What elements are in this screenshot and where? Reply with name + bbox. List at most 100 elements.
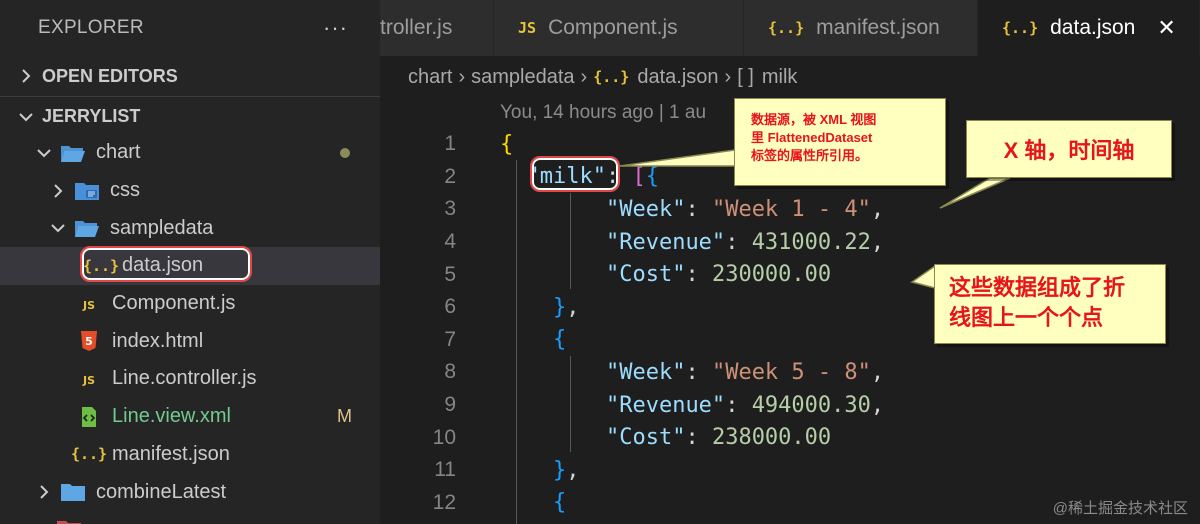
json-key: "Revenue" [605, 229, 726, 255]
callout-text-line: 数据源，被 XML 视图 [751, 112, 877, 127]
explorer-sidebar: EXPLORER ··· OPEN EDITORS JERRYLIST char… [0, 0, 380, 524]
js-file-icon: JS [76, 370, 102, 388]
array-icon: [ ] [737, 65, 754, 88]
json-string-value: "Week 5 - 8" [711, 359, 871, 385]
code-text: "Week": "Week 1 - 4", [605, 196, 885, 222]
json-key: "Week" [605, 196, 686, 222]
tree-file-index-html[interactable]: 5 index.html [0, 322, 380, 360]
tree-item-label: chart [96, 141, 141, 164]
json-file-icon: {..} [82, 256, 120, 275]
tree-file-line-controller-js[interactable]: JS Line.controller.js [0, 360, 380, 398]
line-number: 1 [444, 132, 456, 156]
tree-item-label: Line.controller.js [112, 367, 257, 390]
json-file-icon: {..} [1002, 19, 1039, 37]
watermark: @稀土掘金技术社区 [1052, 500, 1188, 517]
chevron-down-icon [46, 222, 70, 234]
breadcrumb-item-sampledata[interactable]: sampledata [471, 66, 574, 89]
line-number: 6 [444, 295, 456, 319]
tree-file-component-js[interactable]: JS Component.js [0, 285, 380, 323]
code-line: 8 "Week": "Week 5 - 8", [380, 356, 1200, 389]
callout-xaxis: X 轴，时间轴 [966, 120, 1172, 178]
code-text: { [552, 490, 567, 516]
code-line: 9 "Revenue": 494000.30, [380, 389, 1200, 422]
code-text: "Cost": 238000.00 [605, 425, 832, 451]
chevron-down-icon [32, 147, 56, 159]
tree-folder-sampledata[interactable]: sampledata [0, 209, 380, 247]
more-actions-button[interactable]: ··· [323, 15, 348, 41]
tree-folder-chart[interactable]: chart [0, 134, 380, 172]
open-editors-section[interactable]: OPEN EDITORS [0, 56, 380, 96]
tree-folder-combinelatest[interactable]: combineLatest [0, 473, 380, 511]
callout-points: 这些数据组成了折 线图上一个个点 [934, 264, 1166, 344]
breadcrumb-separator: › [724, 65, 732, 88]
json-number-value: 230000.00 [711, 262, 832, 288]
project-label: JERRYLIST [42, 106, 141, 126]
line-number: 8 [444, 360, 456, 384]
callout-text-line: 这些数据组成了折 [949, 275, 1126, 300]
json-file-icon: {..} [768, 19, 805, 37]
indent-guide [570, 193, 571, 289]
callout-text: X 轴，时间轴 [1003, 138, 1135, 163]
git-modified-badge: M [337, 406, 352, 427]
json-file-icon: {..} [70, 445, 108, 464]
folder-open-icon [60, 143, 86, 163]
svg-text:JS: JS [82, 299, 95, 312]
project-section[interactable]: JERRYLIST [0, 96, 380, 136]
tree-file-manifest-json[interactable]: {..} manifest.json [0, 436, 380, 474]
breadcrumb-item-milk[interactable]: milk [762, 66, 798, 89]
editor-tab-bar: troller.js JS Component.js {..} manifest… [380, 0, 1200, 56]
json-key: "Cost" [605, 425, 686, 451]
breadcrumb-item-data-json[interactable]: data.json [637, 66, 718, 89]
tree-item-label: manifest.json [112, 442, 230, 465]
explorer-title: EXPLORER [38, 17, 144, 38]
tree-folder-partial[interactable] [0, 511, 380, 524]
breadcrumb-item-chart[interactable]: chart [408, 66, 452, 89]
tree-item-label: data.json [122, 254, 204, 277]
chevron-down-icon [14, 111, 38, 123]
breadcrumb: chart › sampledata › {..} data.json › [ … [380, 56, 1200, 98]
line-number: 11 [434, 458, 456, 482]
tab-data-json[interactable]: {..} data.json ✕ [978, 0, 1200, 56]
code-text: }, [552, 294, 580, 320]
js-file-icon: JS [518, 19, 537, 37]
code-text: }, [552, 457, 580, 483]
svg-text:JS: JS [82, 374, 95, 387]
tree-item-label: css [110, 179, 140, 202]
tree-folder-css[interactable]: css [0, 172, 380, 210]
tree-file-line-view-xml[interactable]: Line.view.xml M [0, 398, 380, 436]
chevron-right-icon [14, 68, 38, 84]
line-number: 12 [432, 490, 456, 514]
indent-guide [516, 160, 517, 524]
line-number: 4 [444, 230, 456, 254]
tab-line-controller-js[interactable]: troller.js [380, 0, 494, 56]
code-line: 11 }, [380, 454, 1200, 487]
breadcrumb-separator: › [458, 65, 466, 88]
tab-manifest-json[interactable]: {..} manifest.json [744, 0, 978, 56]
git-blame-codelens[interactable]: You, 14 hours ago | 1 au [500, 102, 706, 124]
code-text: { [552, 327, 567, 353]
code-text: "Revenue": 494000.30, [605, 392, 885, 418]
json-string-value: "Week 1 - 4" [711, 196, 871, 222]
folder-open-icon [74, 218, 100, 238]
tree-item-label: Component.js [112, 292, 236, 315]
tree-item-label: Line.view.xml [112, 405, 231, 428]
line-number: 5 [444, 262, 456, 286]
code-text: "Cost": 230000.00 [605, 262, 832, 288]
close-icon[interactable]: ✕ [1157, 15, 1175, 41]
tree-item-label: index.html [112, 329, 204, 352]
callout-text-line: 里 FlattenedDataset [751, 130, 873, 145]
folder-icon [60, 482, 86, 502]
tab-component-js[interactable]: JS Component.js [494, 0, 744, 56]
chevron-right-icon [32, 484, 56, 500]
line-number: 2 [444, 164, 456, 188]
line-number: 9 [444, 393, 456, 417]
tree-file-data-json[interactable]: {..} data.json [0, 247, 380, 285]
callout-text-line: 标签的属性所引用。 [751, 148, 869, 163]
tab-label: Component.js [548, 16, 678, 39]
js-file-icon: JS [76, 295, 102, 313]
code-text: { [500, 131, 514, 157]
json-number-value: 431000.22 [751, 229, 871, 255]
html5-file-icon: 5 [76, 330, 102, 352]
indent-guide [570, 356, 571, 452]
breadcrumb-separator: › [580, 65, 588, 88]
